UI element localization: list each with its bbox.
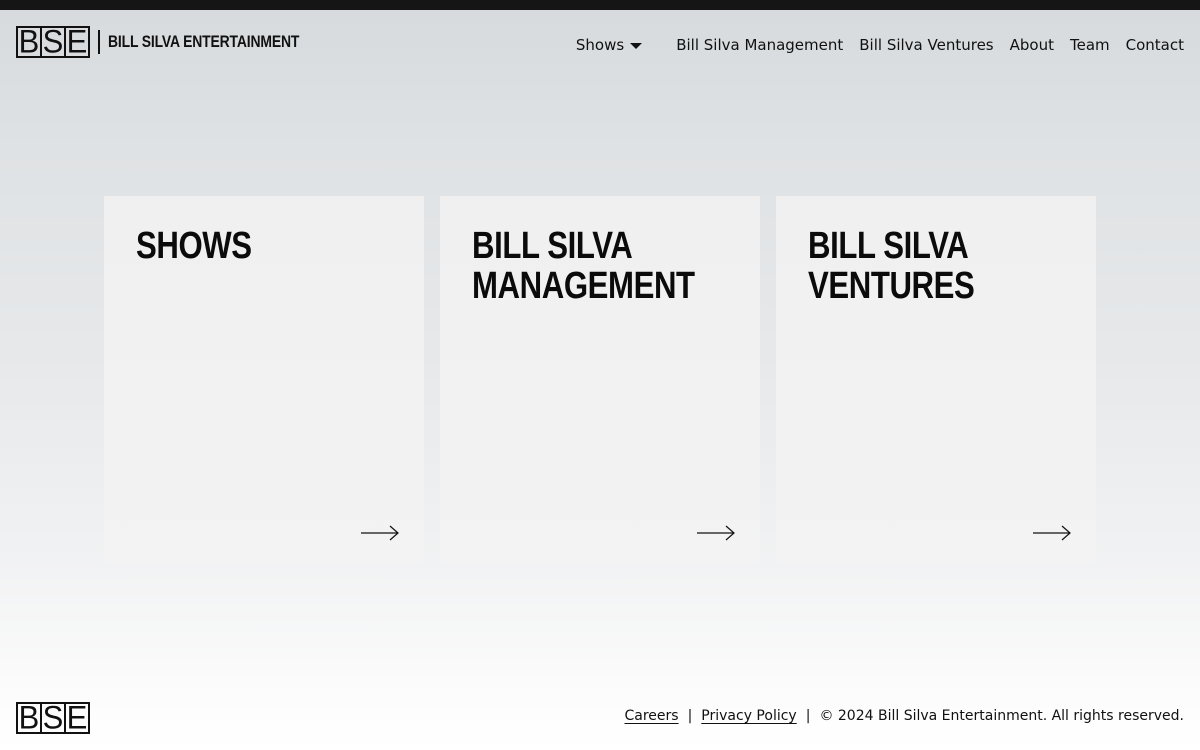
logo-letter-s: S [40, 25, 64, 58]
arrow-right-icon[interactable] [360, 524, 400, 542]
bse-logo-mark: B S E [16, 23, 90, 60]
card-ventures[interactable]: BILL SILVA VENTURES [776, 196, 1096, 564]
privacy-policy-link[interactable]: Privacy Policy [701, 708, 796, 724]
arrow-right-icon[interactable] [696, 524, 736, 542]
card-title: SHOWS [136, 226, 407, 266]
nav-item-management[interactable]: Bill Silva Management [676, 36, 843, 54]
logo-letter-b: B [18, 699, 40, 736]
nav-item-contact[interactable]: Contact [1126, 36, 1184, 54]
main-nav: Shows Bill Silva Management Bill Silva V… [576, 36, 1184, 54]
bse-logo-mark: B S E [16, 699, 90, 736]
card-title: BILL SILVA MANAGEMENT [472, 226, 743, 306]
arrow-right-icon[interactable] [1032, 524, 1072, 542]
nav-item-about[interactable]: About [1010, 36, 1054, 54]
card-shows[interactable]: SHOWS [104, 196, 424, 564]
card-title-line1: BILL SILVA [472, 225, 633, 267]
footer-links: Careers | Privacy Policy | © 2024 Bill S… [624, 708, 1184, 724]
nav-item-team[interactable]: Team [1070, 36, 1110, 54]
card-title: BILL SILVA VENTURES [808, 226, 1079, 306]
card-management[interactable]: BILL SILVA MANAGEMENT [440, 196, 760, 564]
card-title-line1: BILL SILVA [808, 225, 969, 267]
card-title-line2: MANAGEMENT [472, 265, 695, 307]
logo-letter-b: B [18, 23, 40, 60]
top-bar [0, 0, 1200, 10]
site-logo[interactable]: B S E BILL SILVA ENTERTAINMENT [16, 23, 341, 60]
logo-wordmark: BILL SILVA ENTERTAINMENT [108, 32, 300, 51]
logo-letter-e: E [64, 701, 88, 734]
careers-link[interactable]: Careers [624, 708, 678, 724]
copyright-text: © 2024 Bill Silva Entertainment. All rig… [819, 708, 1184, 724]
nav-item-shows[interactable]: Shows [575, 36, 643, 54]
card-title-line1: SHOWS [136, 225, 252, 267]
site-header: B S E BILL SILVA ENTERTAINMENT Shows Bil… [16, 23, 1184, 66]
nav-item-ventures[interactable]: Bill Silva Ventures [859, 36, 993, 54]
logo-letter-e: E [64, 25, 88, 58]
logo-letter-s: S [40, 701, 64, 734]
caret-down-icon [630, 43, 643, 49]
footer-separator: | [805, 708, 811, 724]
footer-logo[interactable]: B S E [16, 699, 90, 736]
logo-divider [98, 30, 100, 54]
nav-shows-label: Shows [575, 36, 625, 54]
footer-separator: | [687, 708, 693, 724]
card-title-line2: VENTURES [808, 265, 975, 307]
